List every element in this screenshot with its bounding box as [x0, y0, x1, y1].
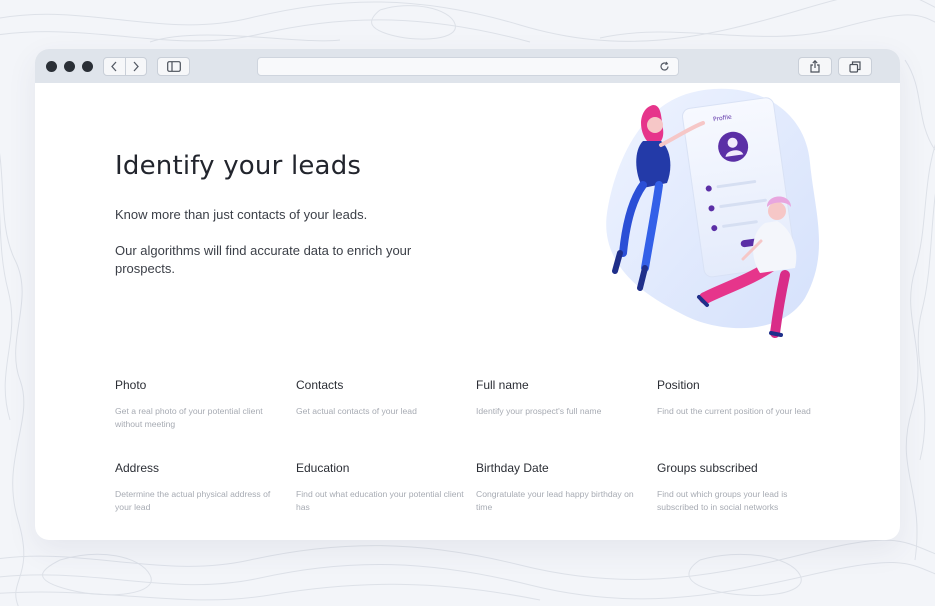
feature-education: Education Find out what education your p…: [296, 461, 466, 514]
feature-address: Address Determine the actual physical ad…: [115, 461, 285, 514]
minimize-dot[interactable]: [64, 61, 75, 72]
browser-toolbar: [35, 49, 900, 83]
feature-groups-subscribed: Groups subscribed Find out which groups …: [657, 461, 827, 514]
feature-description: Get a real photo of your potential clien…: [115, 406, 263, 429]
feature-photo: Photo Get a real photo of your potential…: [115, 378, 285, 431]
feature-description: Determine the actual physical address of…: [115, 489, 271, 512]
feature-birthday-date: Birthday Date Congratulate your lead hap…: [476, 461, 646, 514]
share-icon: [810, 60, 820, 73]
feature-title: Address: [115, 461, 160, 475]
forward-button[interactable]: [124, 58, 147, 75]
zoom-dot[interactable]: [82, 61, 93, 72]
feature-position: Position Find out the current position o…: [657, 378, 827, 418]
page-title: Identify your leads: [115, 151, 362, 181]
feature-full-name: Full name Identify your prospect's full …: [476, 378, 646, 418]
feature-description: Identify your prospect's full name: [476, 406, 602, 416]
feature-description: Find out what education your potential c…: [296, 489, 464, 512]
close-dot[interactable]: [46, 61, 57, 72]
share-button[interactable]: [798, 57, 832, 76]
sidebar-icon: [166, 61, 181, 72]
tabs-icon: [849, 60, 861, 73]
feature-description: Find out which groups your lead is subsc…: [657, 489, 788, 512]
address-bar[interactable]: [257, 57, 679, 76]
feature-description: Get actual contacts of your lead: [296, 406, 417, 416]
feature-title: Full name: [476, 378, 529, 392]
feature-title: Contacts: [296, 378, 344, 392]
navigation-buttons: [103, 57, 147, 76]
feature-title: Groups subscribed: [657, 461, 758, 475]
feature-title: Position: [657, 378, 700, 392]
feature-title: Photo: [115, 378, 147, 392]
forward-icon: [133, 61, 139, 72]
feature-contacts: Contacts Get actual contacts of your lea…: [296, 378, 466, 418]
feature-title: Birthday Date: [476, 461, 549, 475]
back-icon: [111, 61, 117, 72]
feature-title: Education: [296, 461, 350, 475]
reload-icon[interactable]: [659, 61, 670, 72]
sidebar-button[interactable]: [157, 57, 190, 76]
hero-illustration: Profile: [606, 88, 820, 338]
tabs-button[interactable]: [838, 57, 872, 76]
browser-window: Identify your leads Know more than just …: [35, 49, 900, 540]
hero-description-1: Know more than just contacts of your lea…: [115, 207, 368, 222]
feature-description: Congratulate your lead happy birthday on…: [476, 489, 634, 512]
feature-description: Find out the current position of your le…: [657, 406, 811, 416]
back-button[interactable]: [104, 58, 125, 75]
hero-description-2: Our algorithms will find accurate data t…: [115, 243, 412, 276]
